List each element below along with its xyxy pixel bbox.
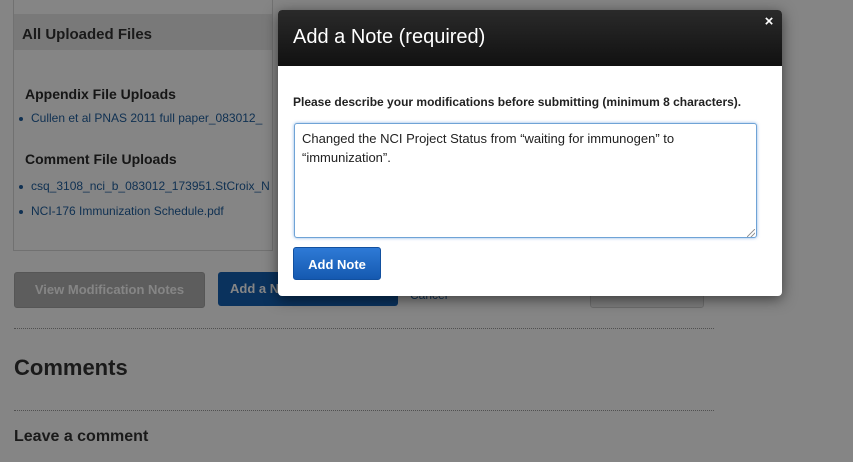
dialog-instructions: Please describe your modifications befor… <box>293 95 742 109</box>
dialog-header: Add a Note (required) × <box>278 10 782 66</box>
dialog-title: Add a Note (required) <box>293 26 486 48</box>
page: All Uploaded Files Appendix File Uploads… <box>0 0 853 462</box>
add-note-button[interactable]: Add Note <box>293 247 381 280</box>
resize-grip-icon[interactable] <box>747 229 755 237</box>
note-textarea[interactable]: Changed the NCI Project Status from “wai… <box>294 123 757 238</box>
add-note-dialog: Add a Note (required) × Please describe … <box>278 10 782 296</box>
close-icon[interactable]: × <box>761 14 777 30</box>
